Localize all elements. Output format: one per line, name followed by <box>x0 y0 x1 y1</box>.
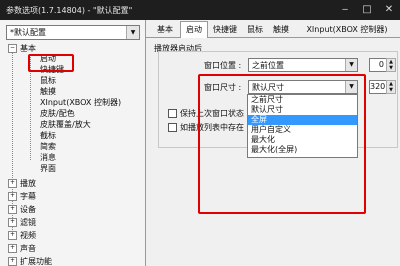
title-bar: 参数选项(1.7.14804) - "默认配置" ‒ □ ✕ <box>0 0 400 20</box>
tree-item-label: XInput(XBOX 控制器) <box>40 98 122 107</box>
close-icon[interactable]: ✕ <box>378 0 400 20</box>
tree-item-label: 皮肤/配色 <box>40 109 75 118</box>
collapse-icon[interactable]: − <box>8 44 17 53</box>
tab-mouse[interactable]: 鼠标 <box>244 23 266 36</box>
maximize-icon[interactable]: □ <box>356 0 378 20</box>
preset-select[interactable]: *默认配置 ▼ <box>6 25 140 40</box>
preset-value: *默认配置 <box>10 28 46 37</box>
tree-item-label: 界面 <box>40 164 56 173</box>
window-size-dropdown[interactable]: 之前尺寸 默认尺寸 全屏 用户自定义 最大化 最大化(全屏) <box>247 94 358 158</box>
tree-item-skin[interactable]: 皮肤/配色 <box>40 109 75 119</box>
dropdown-option[interactable]: 最大化(全屏) <box>248 145 357 155</box>
tree-item-label: 基本 <box>20 44 36 53</box>
checkbox[interactable] <box>168 109 177 118</box>
position-number-field[interactable]: 0 <box>369 58 387 72</box>
window-position-value: 之前位置 <box>252 61 284 70</box>
tree-item-subtitles[interactable]: + 字幕 <box>8 192 36 202</box>
position-spinner[interactable]: ▲ ▼ <box>386 58 396 72</box>
settings-tabs: 基本 启动 快捷键 鼠标 触摸 XInput(XBOX 控制器) <box>146 20 400 38</box>
minimize-icon[interactable]: ‒ <box>334 0 356 20</box>
tree-item-label: 扩展功能 <box>20 257 52 266</box>
settings-sidebar: *默认配置 ▼ − 基本 启动 快捷键 鼠标 触摸 XInput(XBOX 控制器… <box>0 20 146 266</box>
chevron-down-icon[interactable]: ▼ <box>126 26 139 39</box>
size-number-field[interactable]: 320 <box>369 80 387 94</box>
tree-item-xinput[interactable]: XInput(XBOX 控制器) <box>40 98 121 108</box>
tree-item-label: 快捷键 <box>40 65 64 74</box>
tab-hotkeys[interactable]: 快捷键 <box>210 23 240 36</box>
dropdown-option[interactable]: 用户自定义 <box>248 125 357 135</box>
tree-item-hotkeys[interactable]: 快捷键 <box>40 65 64 75</box>
tree-item-label: 字幕 <box>20 192 36 201</box>
tree-item-filters[interactable]: + 滤镜 <box>8 218 36 228</box>
tree-item-basic[interactable]: − 基本 <box>8 44 36 54</box>
tree-item-video[interactable]: + 视频 <box>8 231 36 241</box>
checkbox[interactable] <box>168 123 177 132</box>
checkbox-label: 保持上次窗口状态 <box>180 109 244 118</box>
tree-line <box>30 54 31 160</box>
startup-settings-panel: 播放器启动后 窗口位置 : 之前位置 ▼ 0 ▲ ▼ 窗口尺寸 : 默认尺寸 ▼ … <box>146 38 400 266</box>
window-position-select[interactable]: 之前位置 ▼ <box>248 58 358 72</box>
checkbox-label: 如播放列表中存在 <box>180 123 244 132</box>
window-position-label: 窗口位置 : <box>204 61 242 70</box>
tab-basic[interactable]: 基本 <box>154 23 176 36</box>
tree-item-interface[interactable]: 界面 <box>40 164 56 174</box>
window-title: 参数选项(1.7.14804) - "默认配置" <box>6 6 133 15</box>
dropdown-option[interactable]: 默认尺寸 <box>248 105 357 115</box>
tree-item-label: 滤镜 <box>20 218 36 227</box>
expand-icon[interactable]: + <box>8 205 17 214</box>
tree-item-label: 启动 <box>40 54 56 63</box>
tab-touch[interactable]: 触摸 <box>270 23 292 36</box>
tree-item-touch[interactable]: 触摸 <box>40 87 56 97</box>
tree-item-extensions[interactable]: + 扩展功能 <box>8 257 52 266</box>
window-size-label: 窗口尺寸 : <box>204 83 242 92</box>
tree-item-mouse[interactable]: 鼠标 <box>40 76 56 86</box>
tab-xinput[interactable]: XInput(XBOX 控制器) <box>298 23 396 36</box>
chevron-down-icon[interactable]: ▼ <box>345 81 357 93</box>
tree-item-playback[interactable]: + 播放 <box>8 179 36 189</box>
tree-item-label: 播放 <box>20 179 36 188</box>
window-size-select[interactable]: 默认尺寸 ▼ <box>248 80 358 94</box>
tree-item-label: 截标 <box>40 131 56 140</box>
tree-item-label: 声音 <box>20 244 36 253</box>
expand-icon[interactable]: + <box>8 218 17 227</box>
tree-item-startup[interactable]: 启动 <box>40 54 56 64</box>
tree-item-label: 消息 <box>40 153 56 162</box>
playlist-exists-option[interactable]: 如播放列表中存在 <box>168 122 244 133</box>
dropdown-option[interactable]: 最大化 <box>248 135 357 145</box>
tree-item-label: 简索 <box>40 142 56 151</box>
chevron-down-icon[interactable]: ▼ <box>345 59 357 71</box>
tree-item-snapshot[interactable]: 截标 <box>40 131 56 141</box>
tree-item-label: 皮肤覆盖/放大 <box>40 120 91 129</box>
tree-item-label: 触摸 <box>40 87 56 96</box>
expand-icon[interactable]: + <box>8 179 17 188</box>
expand-icon[interactable]: + <box>8 192 17 201</box>
expand-icon[interactable]: + <box>8 244 17 253</box>
size-spinner[interactable]: ▲ ▼ <box>386 80 396 94</box>
keep-window-state-option[interactable]: 保持上次窗口状态 <box>168 108 244 119</box>
tree-item-label: 设备 <box>20 205 36 214</box>
tree-item-search[interactable]: 简索 <box>40 142 56 152</box>
tree-item-devices[interactable]: + 设备 <box>8 205 36 215</box>
tab-startup[interactable]: 启动 <box>180 21 208 38</box>
tree-item-label: 视频 <box>20 231 36 240</box>
tree-item-skin-overlay[interactable]: 皮肤覆盖/放大 <box>40 120 91 130</box>
tree-item-audio[interactable]: + 声音 <box>8 244 36 254</box>
dropdown-option-selected[interactable]: 全屏 <box>248 115 357 125</box>
dropdown-option[interactable]: 之前尺寸 <box>248 95 357 105</box>
expand-icon[interactable]: + <box>8 231 17 240</box>
window-size-value: 默认尺寸 <box>252 83 284 92</box>
tree-item-label: 鼠标 <box>40 76 56 85</box>
expand-icon[interactable]: + <box>8 257 17 266</box>
tree-item-messages[interactable]: 消息 <box>40 153 56 163</box>
